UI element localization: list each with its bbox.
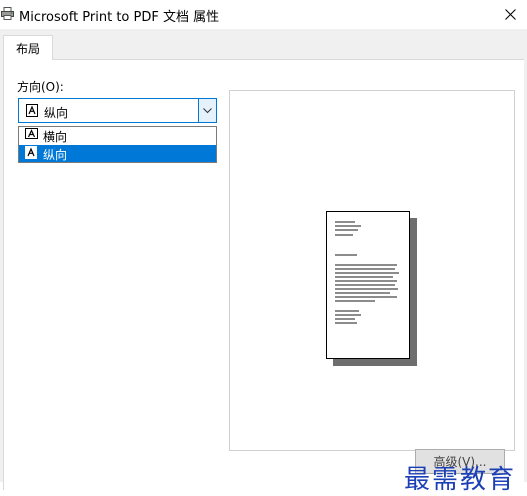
- tab-layout[interactable]: 布局: [3, 35, 53, 60]
- text-line: [335, 288, 398, 290]
- orientation-label: 方向(O):: [17, 80, 64, 94]
- text-line: [335, 225, 361, 227]
- text-line: [335, 280, 397, 282]
- text-line: [335, 310, 359, 312]
- orientation-dropdown-list: 横向 纵向: [18, 126, 217, 163]
- tab-layout-label: 布局: [15, 41, 40, 56]
- text-line: [335, 272, 399, 274]
- option-landscape[interactable]: 横向: [19, 127, 216, 144]
- dropdown-arrow[interactable]: [198, 99, 216, 122]
- option-portrait-label: 纵向: [43, 148, 68, 162]
- text-line: [335, 284, 395, 286]
- dialog-client-area: 布局 方向(O): 纵向 横向 纵向 高级(V)... 最需教育: [0, 29, 527, 495]
- portrait-orientation-icon: [25, 146, 37, 159]
- window-title: Microsoft Print to PDF 文档 属性: [19, 10, 220, 25]
- text-line: [335, 221, 355, 223]
- text-line: [335, 292, 390, 294]
- text-line: [335, 229, 358, 231]
- text-line: [335, 314, 361, 316]
- text-line: [335, 264, 397, 266]
- option-landscape-label: 横向: [43, 130, 68, 144]
- landscape-orientation-icon: [25, 128, 38, 139]
- text-line: [335, 296, 397, 298]
- chevron-down-icon: [203, 107, 212, 113]
- text-line: [335, 318, 355, 320]
- preview-page: [326, 211, 410, 359]
- page-preview: [229, 90, 515, 451]
- orientation-combobox[interactable]: 纵向: [18, 98, 217, 123]
- text-line: [335, 300, 375, 302]
- close-icon: [504, 8, 516, 20]
- text-line: [335, 322, 357, 324]
- portrait-orientation-icon: [26, 104, 38, 117]
- close-button[interactable]: [495, 0, 525, 28]
- title-bar: Microsoft Print to PDF 文档 属性: [0, 0, 527, 29]
- printer-icon: [1, 7, 14, 20]
- option-portrait[interactable]: 纵向: [19, 145, 216, 162]
- text-line: [335, 268, 395, 270]
- watermark-text: 最需教育: [404, 465, 517, 495]
- text-line: [335, 276, 393, 278]
- text-line: [335, 234, 353, 236]
- text-line: [335, 254, 357, 256]
- orientation-selected-value: 纵向: [44, 106, 69, 120]
- tab-panel: 方向(O): 纵向 横向 纵向: [3, 59, 524, 490]
